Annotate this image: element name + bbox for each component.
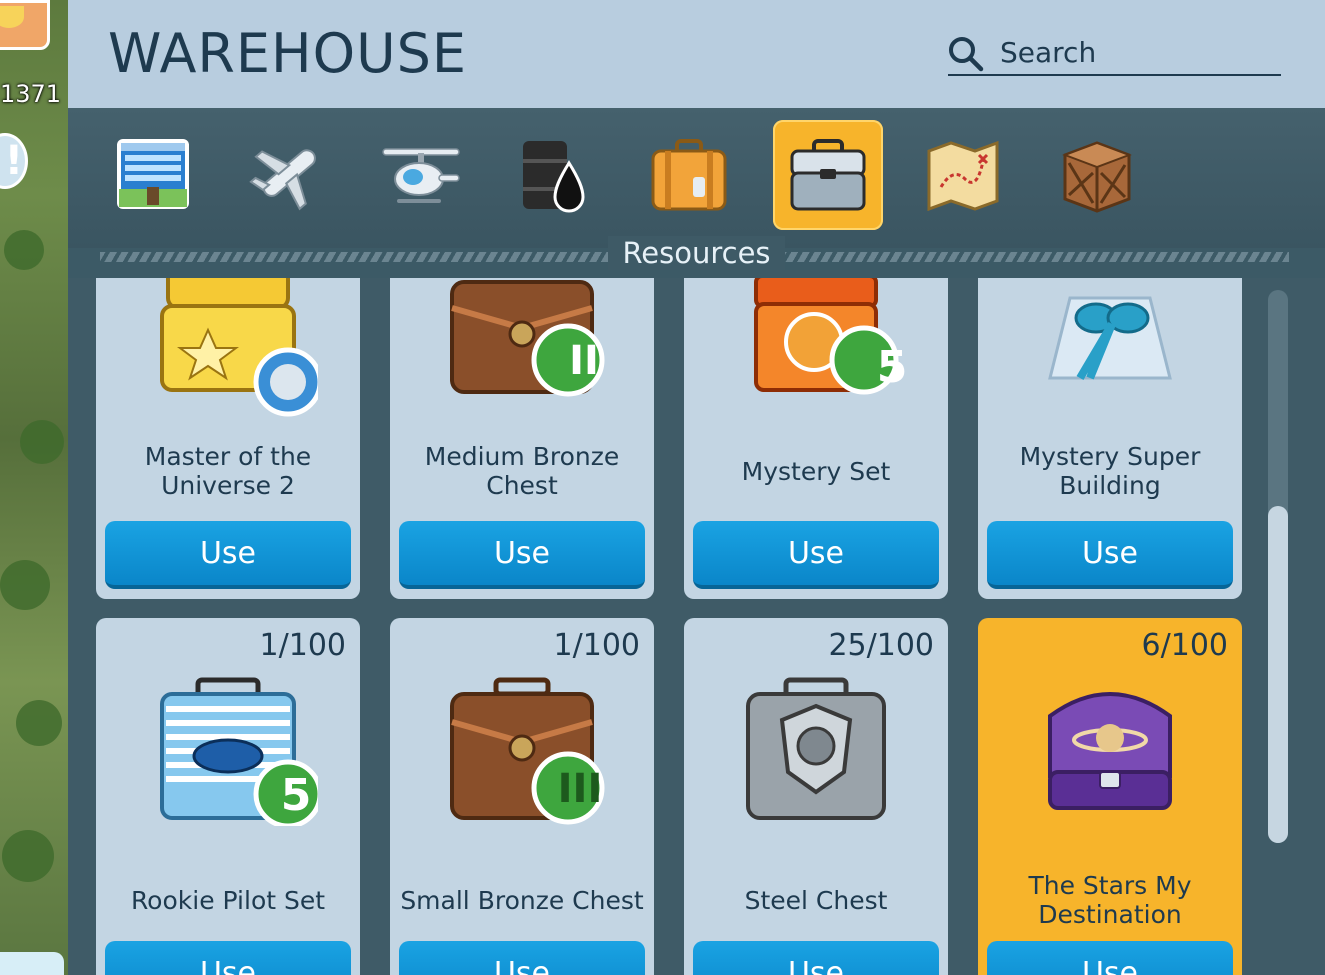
item-name: Master of the Universe 2 (144, 442, 312, 500)
warehouse-header: WAREHOUSE (68, 0, 1325, 108)
use-button[interactable]: Use (987, 941, 1233, 975)
scrollbar-thumb[interactable] (1268, 506, 1288, 843)
item-name: The Stars My Destination (1028, 871, 1192, 929)
steel-chest-icon (746, 677, 886, 820)
helicopter-icon (382, 148, 460, 203)
side-counter: 1371 (0, 80, 62, 108)
search-icon[interactable] (948, 36, 984, 72)
tier-badge: III (557, 766, 603, 812)
category-tabs (68, 108, 1325, 248)
game-side-strip: 1371 ! (0, 0, 68, 975)
item-card: Mystery Super Building Use (978, 278, 1242, 599)
item-card: 1/100 III Small Bronze Chest Use (390, 618, 654, 975)
item-name: Rookie Pilot Set (130, 886, 326, 915)
alert-icon[interactable]: ! (0, 133, 28, 189)
tab-maps[interactable] (908, 120, 1018, 230)
search-input[interactable] (1000, 34, 1270, 70)
oil-barrel-icon (523, 141, 585, 213)
use-button[interactable]: Use (693, 941, 939, 975)
page-title: WAREHOUSE (108, 22, 468, 85)
tab-oil[interactable] (500, 120, 610, 230)
item-card: 5 Mystery Set Use (684, 278, 948, 599)
use-button[interactable]: Use (105, 521, 351, 589)
use-button[interactable]: Use (693, 521, 939, 589)
item-card: II Medium Bronze Chest Use (390, 278, 654, 599)
building-icon (117, 139, 189, 209)
section-header: Resources (68, 236, 1325, 276)
item-card-selected: 6/100 The Stars My Destination Use (978, 618, 1242, 975)
item-name: Small Bronze Chest (400, 886, 644, 915)
tab-buildings[interactable] (98, 120, 208, 230)
item-count: 1/100 (259, 628, 346, 663)
section-title: Resources (608, 236, 785, 270)
side-bottom-panel[interactable] (0, 952, 64, 975)
treasure-map-icon (927, 140, 999, 212)
item-card: 1/100 5 Rookie Pilot Set Use (96, 618, 360, 975)
item-name: Steel Chest (744, 886, 888, 915)
suitcase-icon (651, 139, 727, 211)
tab-airplanes[interactable] (232, 120, 342, 230)
tab-luggage[interactable] (634, 120, 744, 230)
use-button[interactable]: Use (399, 521, 645, 589)
item-name: Mystery Set (741, 457, 891, 486)
item-name: Medium Bronze Chest (424, 442, 620, 500)
quantity-badge: 5 (280, 770, 312, 821)
use-button[interactable]: Use (399, 941, 645, 975)
item-count: 25/100 (828, 628, 934, 663)
item-card: Master of the Universe 2 Use (96, 278, 360, 599)
use-button[interactable]: Use (987, 521, 1233, 589)
quantity-badge: 5 (876, 342, 908, 393)
tier-badge: II (569, 338, 599, 384)
airplane-icon (249, 149, 316, 211)
search-box[interactable] (948, 30, 1281, 76)
tab-crates[interactable] (1042, 120, 1152, 230)
use-button[interactable]: Use (105, 941, 351, 975)
items-grid[interactable]: Master of the Universe 2 Use II Medium B… (68, 278, 1325, 975)
gold-chest-icon (160, 278, 318, 417)
item-count: 1/100 (553, 628, 640, 663)
crate-icon (1062, 141, 1132, 213)
tab-resources[interactable] (773, 120, 883, 230)
item-name: Mystery Super Building (1019, 442, 1201, 500)
item-card: 25/100 Steel Chest Use (684, 618, 948, 975)
tab-helicopters[interactable] (366, 120, 476, 230)
purple-chest-icon (1048, 692, 1172, 810)
toolbox-icon (790, 139, 866, 211)
item-count: 6/100 (1141, 628, 1228, 663)
gift-icon (1048, 296, 1172, 381)
